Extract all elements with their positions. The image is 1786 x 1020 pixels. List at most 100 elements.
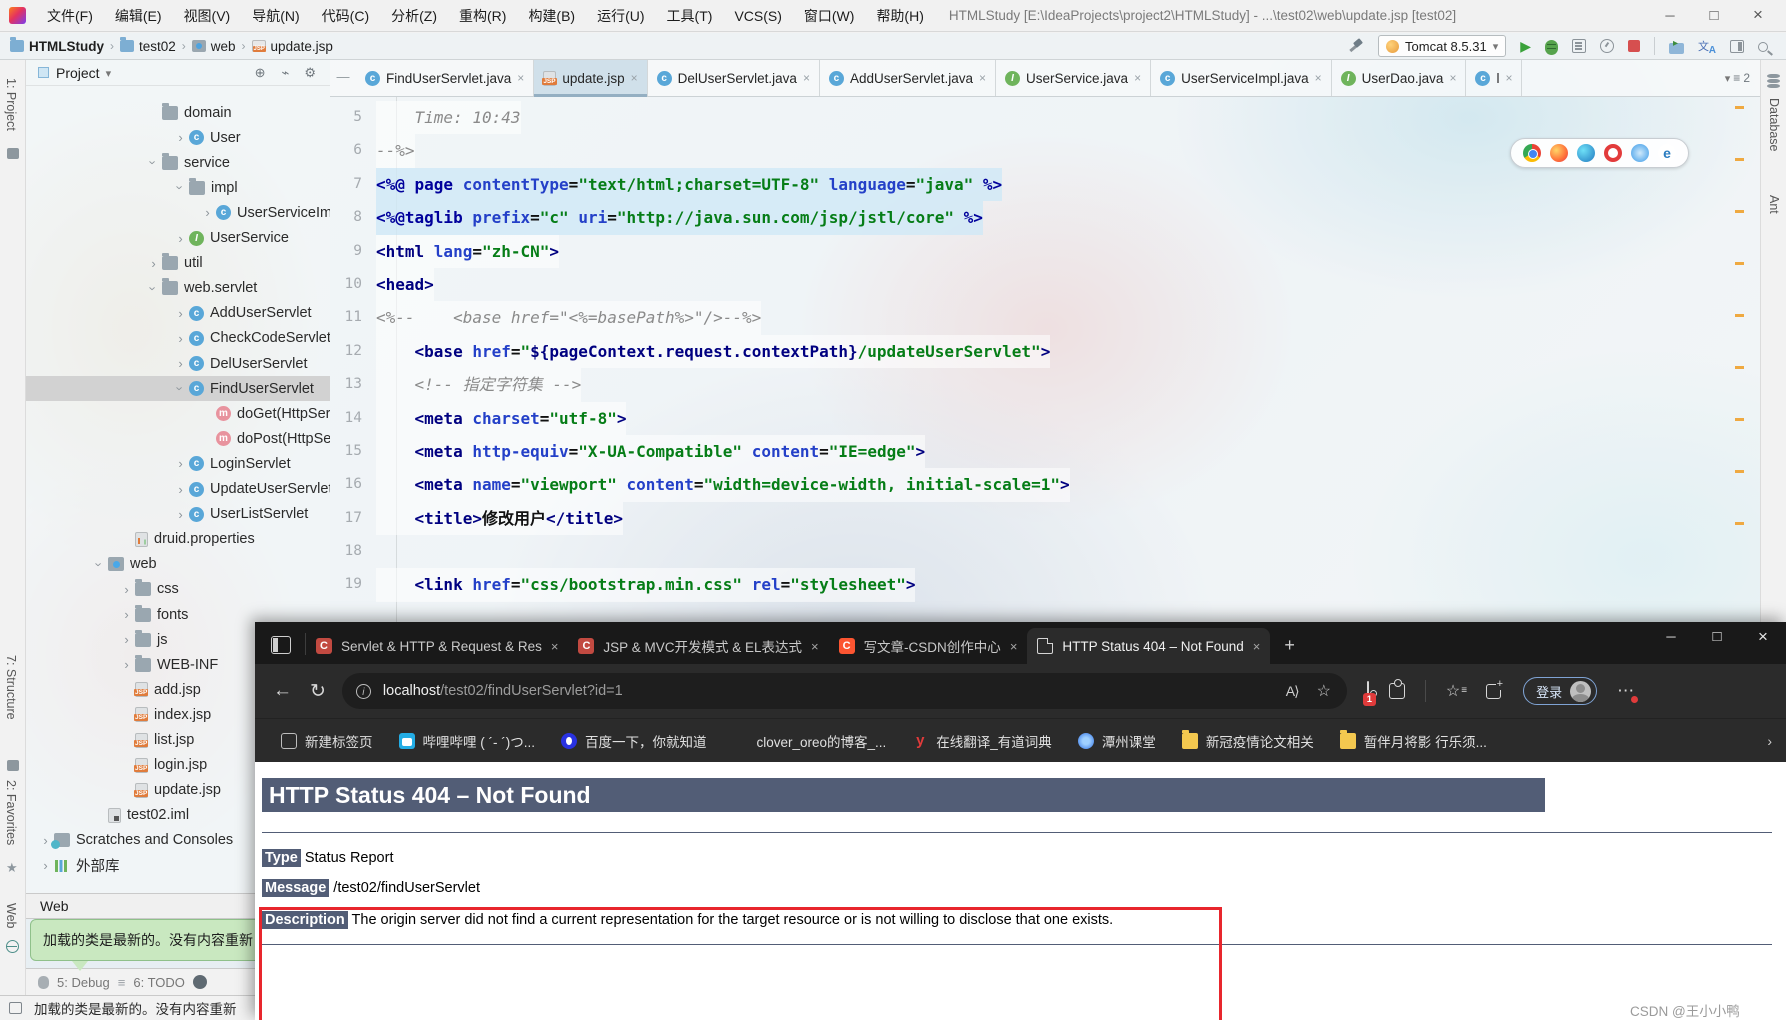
tree-item-AddUserServlet[interactable]: AddUserServlet (26, 301, 330, 326)
close-tab-icon[interactable] (517, 71, 524, 85)
chevron-coll-icon[interactable] (173, 456, 188, 471)
toolstrip-project[interactable]: 1: Project (4, 78, 18, 131)
tree-item-druid.properties[interactable]: druid.properties (26, 527, 330, 552)
site-info-icon[interactable] (356, 684, 371, 699)
extension-screenshot-icon[interactable]: 1 (1367, 682, 1369, 700)
safari-icon[interactable] (1631, 144, 1649, 162)
menu-item[interactable]: 导航(N) (241, 8, 310, 24)
editor-tab-UserDao.java[interactable]: UserDao.java (1332, 60, 1467, 96)
chevron-expanded-icon[interactable] (173, 180, 188, 195)
bookmark-item[interactable]: clover_oreo的博客_... (732, 731, 886, 751)
breadcrumb-item[interactable]: HTMLStudy (10, 39, 104, 54)
tree-item-UserServiceImpl[interactable]: UserServiceImpl (26, 200, 330, 225)
chevron-expanded-icon[interactable] (146, 155, 161, 170)
chevron-expanded-icon[interactable] (173, 381, 188, 396)
tree-item-impl[interactable]: impl (26, 175, 330, 200)
menu-item[interactable]: 编辑(E) (104, 8, 173, 24)
menu-item[interactable]: 文件(F) (36, 8, 104, 24)
code-editor[interactable]: 5 Time: 10:436--%>7<%@ page contentType=… (330, 97, 1760, 602)
browser-tab[interactable]: 写文章-CSDN创作中心 (829, 628, 1028, 664)
hide-tabs-icon[interactable] (330, 60, 356, 96)
close-tab-icon[interactable] (1010, 639, 1018, 654)
bookmarks-overflow-icon[interactable] (1767, 733, 1772, 749)
browser-tab[interactable]: HTTP Status 404 – Not Found (1027, 628, 1270, 664)
tree-item-doGet-HttpServlet[interactable]: doGet(HttpServlet (26, 401, 330, 426)
minimize-button[interactable] (1648, 622, 1694, 652)
tree-item-doPost-HttpServle[interactable]: doPost(HttpServle (26, 426, 330, 451)
tree-item-UserService[interactable]: UserService (26, 226, 330, 251)
bookmark-item[interactable]: 暂伴月将影 行乐须... (1340, 731, 1487, 751)
tree-item-DelUserServlet[interactable]: DelUserServlet (26, 351, 330, 376)
ie-icon[interactable] (1658, 144, 1676, 162)
menu-item[interactable]: 运行(U) (586, 8, 655, 24)
run-configuration-select[interactable]: Tomcat 8.5.31 (1378, 35, 1506, 57)
favorites-star-icon[interactable] (6, 860, 18, 876)
chevron-coll-icon[interactable] (119, 607, 134, 622)
web-globe-icon[interactable] (6, 940, 19, 953)
translate-icon[interactable] (1698, 37, 1716, 55)
build-icon[interactable] (1346, 37, 1364, 55)
menu-item[interactable]: 重构(R) (448, 8, 517, 24)
editor-tab-update.jsp[interactable]: update.jsp (534, 60, 647, 96)
structure-tool-icon[interactable] (7, 760, 19, 771)
database-icon[interactable] (1767, 74, 1780, 78)
event-log-icon[interactable] (193, 975, 207, 989)
edge-icon[interactable] (1577, 144, 1595, 162)
bookmark-item[interactable]: 百度一下，你就知道 (561, 731, 707, 751)
menu-item[interactable]: 窗口(W) (793, 8, 866, 24)
chevron-expanded-icon[interactable] (92, 557, 107, 572)
opera-icon[interactable] (1604, 144, 1622, 162)
gear-icon[interactable] (304, 65, 316, 81)
chevron-coll-icon[interactable] (173, 130, 188, 145)
chevron-coll-icon[interactable] (119, 657, 134, 672)
toolstrip-web[interactable]: Web (4, 903, 18, 928)
tool-windows-icon[interactable] (1730, 40, 1744, 53)
menu-item[interactable]: 代码(C) (311, 8, 380, 24)
editor-tab-l[interactable]: l (1466, 60, 1522, 96)
tree-item-web.servlet[interactable]: web.servlet (26, 276, 330, 301)
tree-item-web[interactable]: web (26, 552, 330, 577)
browser-tab[interactable]: Servlet & HTTP & Request & Res (306, 628, 568, 664)
menu-item[interactable]: 视图(V) (173, 8, 242, 24)
login-button[interactable]: 登录 (1523, 677, 1597, 705)
profiler-button[interactable] (1600, 39, 1614, 53)
tree-item-css[interactable]: css (26, 577, 330, 602)
chevron-down-icon[interactable] (106, 64, 112, 82)
close-tab-icon[interactable] (1505, 71, 1512, 85)
more-menu-icon[interactable] (1617, 681, 1634, 701)
address-bar[interactable]: localhost/test02/findUserServlet?id=1 (342, 673, 1347, 709)
maximize-button[interactable] (1694, 622, 1740, 652)
chevron-coll-icon[interactable] (119, 582, 134, 597)
chevron-coll-icon[interactable] (38, 858, 53, 873)
close-tab-icon[interactable] (979, 71, 986, 85)
tree-item-FindUserServlet[interactable]: FindUserServlet (26, 376, 330, 401)
stop-button[interactable] (1628, 40, 1640, 52)
chevron-coll-icon[interactable] (119, 632, 134, 647)
menu-item[interactable]: VCS(S) (723, 8, 792, 24)
menu-item[interactable]: 构建(B) (517, 8, 586, 24)
chevron-expanded-icon[interactable] (146, 281, 161, 296)
new-tab-button[interactable] (1284, 635, 1295, 656)
coverage-button[interactable] (1572, 39, 1586, 53)
tree-item-domain[interactable]: domain (26, 100, 330, 125)
menu-item[interactable]: 帮助(H) (865, 8, 934, 24)
tree-item-CheckCodeServlet[interactable]: CheckCodeServlet (26, 326, 330, 351)
menu-item[interactable]: 工具(T) (656, 8, 724, 24)
back-icon[interactable] (273, 680, 292, 702)
tree-item-util[interactable]: util (26, 251, 330, 276)
bookmark-item[interactable]: 哔哩哔哩 ( ´- ´)つ... (399, 731, 535, 751)
run-anything-icon[interactable] (1669, 43, 1684, 54)
firefox-icon[interactable] (1550, 144, 1568, 162)
search-everywhere-icon[interactable] (1758, 42, 1768, 52)
toolstrip-favorites[interactable]: 2: Favorites (4, 780, 18, 845)
collections-icon[interactable] (1486, 684, 1501, 699)
todo-tab[interactable]: 6: TODO (133, 975, 185, 990)
chevron-coll-icon[interactable] (173, 356, 188, 371)
tree-item-User[interactable]: User (26, 125, 330, 150)
editor-tab-AddUserServlet.java[interactable]: AddUserServlet.java (820, 60, 996, 96)
close-tab-icon[interactable] (803, 71, 810, 85)
favorites-bar-icon[interactable] (1446, 681, 1466, 701)
close-tab-icon[interactable] (1253, 639, 1261, 654)
tree-item-LoginServlet[interactable]: LoginServlet (26, 451, 330, 476)
vertical-tabs-icon[interactable] (271, 636, 291, 654)
